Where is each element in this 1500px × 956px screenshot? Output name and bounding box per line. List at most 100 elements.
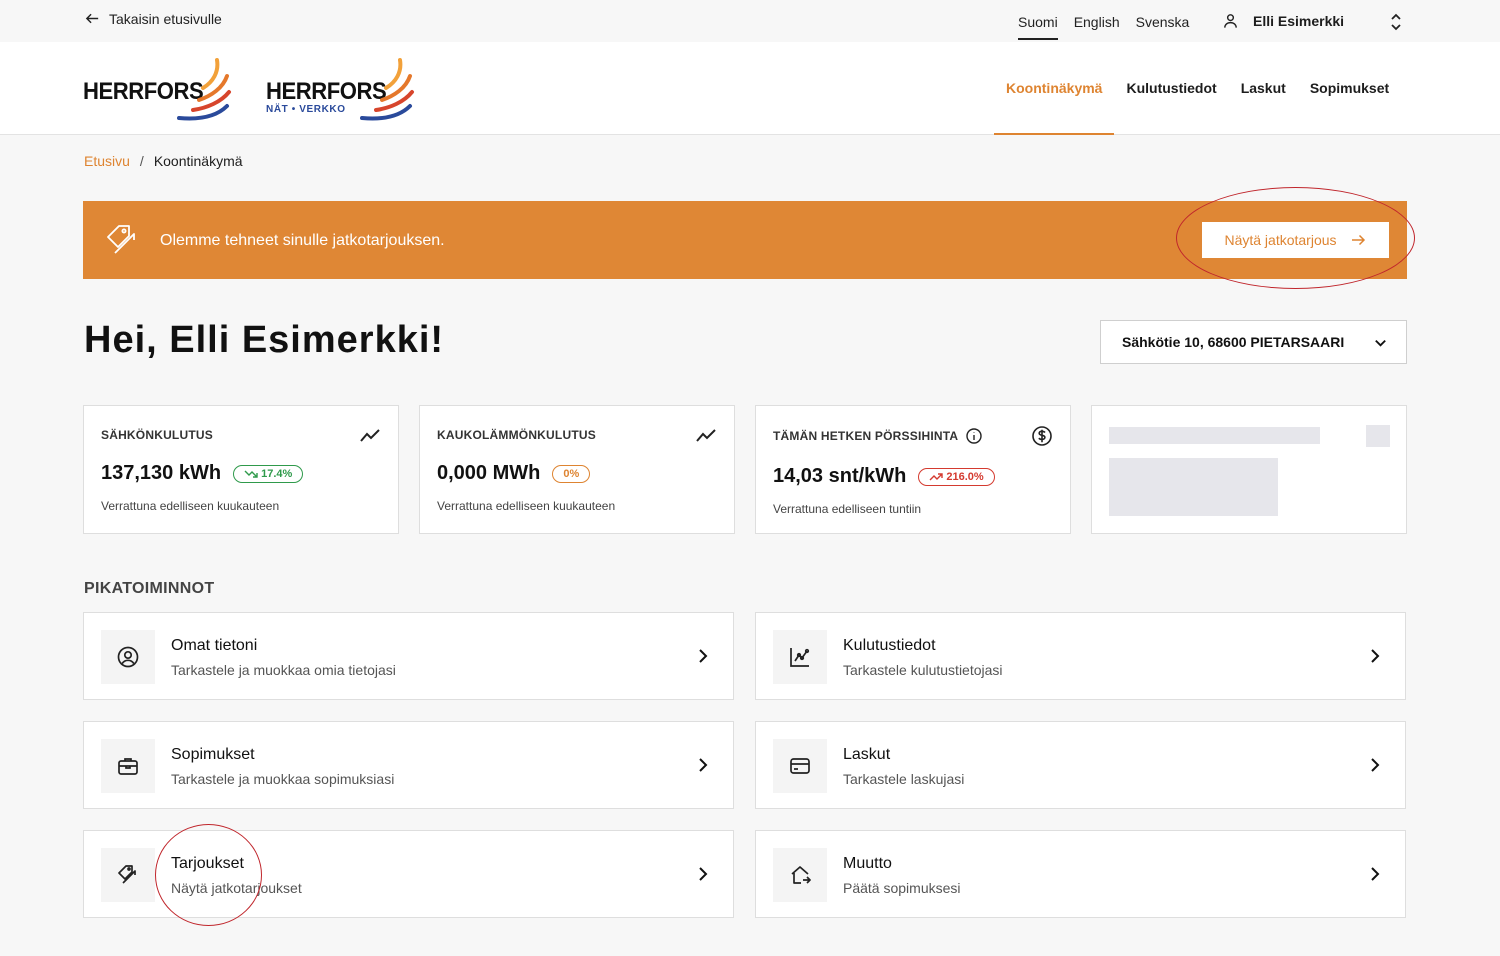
stat-note: Verrattuna edelliseen tuntiin <box>773 502 922 516</box>
quick-action-icon-box <box>773 848 827 902</box>
stat-card-loading <box>1091 405 1407 534</box>
stat-change-badge: 216.0% <box>918 467 995 486</box>
quick-action-title: Kulutustiedot <box>843 637 936 654</box>
breadcrumb: Etusivu / Koontinäkymä <box>84 153 243 169</box>
quick-action-icon-box <box>101 848 155 902</box>
chevron-down-icon <box>1375 339 1386 347</box>
chevron-right-icon <box>1371 867 1380 881</box>
chart-icon <box>790 648 810 667</box>
trend-line-icon[interactable] <box>359 425 381 447</box>
tags-icon <box>118 865 136 884</box>
address-select-value: Sähkötie 10, 68600 PIETARSAARI <box>1122 334 1345 350</box>
nav-koontinakyma[interactable]: Koontinäkymä <box>994 42 1115 135</box>
chevron-right-icon <box>699 867 708 881</box>
lang-english[interactable]: English <box>1074 14 1120 40</box>
quick-action-icon-box <box>773 630 827 684</box>
skeleton-line <box>1109 427 1320 444</box>
nav-laskut[interactable]: Laskut <box>1229 42 1298 135</box>
stat-value-row: 137,130 kWh 17.4% <box>101 462 304 485</box>
trend-up-icon <box>929 472 944 480</box>
main-header: HERRFORS HERRFORS NÄT • VERKKO Koontinäk… <box>0 42 1500 135</box>
stat-card-electricity: SÄHKÖNKULUTUS 137,130 kWh 17.4% Verrattu… <box>83 405 399 534</box>
stat-card-district-heat: KAUKOLÄMMÖNKULUTUS 0,000 MWh 0% Verrattu… <box>419 405 735 534</box>
quick-action-subtitle: Päätä sopimuksesi <box>843 880 961 896</box>
user-name: Elli Esimerkki <box>1253 12 1345 29</box>
quick-action-title: Omat tietoni <box>171 637 258 654</box>
quick-action-subtitle: Tarkastele ja muokkaa sopimuksiasi <box>171 771 395 787</box>
breadcrumb-home[interactable]: Etusivu <box>84 153 130 169</box>
lang-svenska[interactable]: Svenska <box>1136 14 1190 40</box>
nav-kulutustiedot[interactable]: Kulutustiedot <box>1114 42 1228 135</box>
stat-label-row: TÄMÄN HETKEN PÖRSSIHINTA <box>773 428 982 444</box>
home-move-icon <box>791 866 811 884</box>
quick-action-subtitle: Tarkastele laskujasi <box>843 771 965 787</box>
breadcrumb-separator: / <box>139 153 144 169</box>
stat-change-badge: 17.4% <box>233 464 304 483</box>
chevron-up-down-icon[interactable] <box>1388 13 1404 31</box>
stat-value-row: 0,000 MWh 0% <box>437 462 591 485</box>
quick-action-sopimukset[interactable]: Sopimukset Tarkastele ja muokkaa sopimuk… <box>83 721 734 809</box>
stat-change-badge: 0% <box>552 464 591 483</box>
info-icon[interactable] <box>966 428 982 444</box>
quick-action-subtitle: Tarkastele ja muokkaa omia tietojasi <box>171 662 396 678</box>
stat-change-value: 216.0% <box>946 470 984 483</box>
trend-down-icon <box>244 470 258 478</box>
quick-action-icon-box <box>101 739 155 793</box>
arrow-left-icon <box>85 13 99 24</box>
briefcase-icon <box>118 758 138 775</box>
quick-action-subtitle: Näytä jatkotarjoukset <box>171 880 302 896</box>
stat-label: SÄHKÖNKULUTUS <box>101 428 213 442</box>
user-menu[interactable]: Elli Esimerkki <box>1222 12 1344 29</box>
quick-action-subtitle: Tarkastele kulutustietojasi <box>843 662 1003 678</box>
dollar-circle-icon <box>1032 426 1052 446</box>
logo-swoosh-icon <box>360 58 414 121</box>
quick-action-icon-box <box>773 739 827 793</box>
main-navigation: Koontinäkymä Kulutustiedot Laskut Sopimu… <box>994 42 1401 135</box>
back-link-label: Takaisin etusivulle <box>109 10 222 27</box>
banner-text: Olemme tehneet sinulle jatkotarjouksen. <box>160 232 445 249</box>
tag-icon <box>107 225 135 254</box>
chevron-right-icon <box>1371 649 1380 663</box>
user-icon <box>1224 14 1237 28</box>
skeleton-icon <box>1366 425 1390 447</box>
herrfors-verkko-logo[interactable]: HERRFORS NÄT • VERKKO <box>266 58 416 121</box>
back-to-home-link[interactable]: Takaisin etusivulle <box>84 10 222 27</box>
stat-note: Verrattuna edelliseen kuukauteen <box>101 499 280 513</box>
quick-action-title: Muutto <box>843 855 892 872</box>
quick-action-muutto[interactable]: Muutto Päätä sopimuksesi <box>755 830 1406 918</box>
lang-suomi[interactable]: Suomi <box>1018 14 1058 40</box>
stat-change-value: 0% <box>563 467 580 480</box>
quick-action-title: Laskut <box>843 746 891 763</box>
skeleton-block <box>1109 458 1278 516</box>
arrow-right-icon <box>1351 234 1365 246</box>
quick-action-omat-tietoni[interactable]: Omat tietoni Tarkastele ja muokkaa omia … <box>83 612 734 700</box>
address-select[interactable]: Sähkötie 10, 68600 PIETARSAARI <box>1100 320 1407 364</box>
quick-action-title: Tarjoukset <box>171 855 244 872</box>
trend-line-icon[interactable] <box>695 425 717 447</box>
quick-action-title: Sopimukset <box>171 746 255 763</box>
stat-card-spot-price: TÄMÄN HETKEN PÖRSSIHINTA 14,03 snt/kWh 2… <box>755 405 1071 534</box>
stat-label: KAUKOLÄMMÖNKULUTUS <box>437 428 596 442</box>
herrfors-logo[interactable]: HERRFORS <box>83 58 233 121</box>
quick-action-laskut[interactable]: Laskut Tarkastele laskujasi <box>755 721 1406 809</box>
chevron-right-icon <box>699 758 708 772</box>
show-offer-label: Näytä jatkotarjous <box>1224 232 1337 248</box>
quick-action-tarjoukset[interactable]: Tarjoukset Näytä jatkotarjoukset <box>83 830 734 918</box>
nav-sopimukset[interactable]: Sopimukset <box>1298 42 1401 135</box>
quick-action-icon-box <box>101 630 155 684</box>
quick-action-kulutustiedot[interactable]: Kulutustiedot Tarkastele kulutustietojas… <box>755 612 1406 700</box>
card-icon <box>790 758 810 774</box>
stat-value: 0,000 MWh <box>437 462 541 484</box>
top-utility-bar: Takaisin etusivulle Suomi English Svensk… <box>0 0 1500 42</box>
stat-label: TÄMÄN HETKEN PÖRSSIHINTA <box>773 429 959 443</box>
stat-change-value: 17.4% <box>261 467 293 480</box>
language-switcher: Suomi English Svenska <box>1018 14 1189 40</box>
logo-subtitle: NÄT • VERKKO <box>266 104 346 115</box>
breadcrumb-current: Koontinäkymä <box>153 153 243 169</box>
show-offer-button[interactable]: Näytä jatkotarjous <box>1202 222 1389 258</box>
quick-actions-title: PIKATOIMINNOT <box>84 580 215 597</box>
stat-value-row: 14,03 snt/kWh 216.0% <box>773 465 995 488</box>
logo-swoosh-icon <box>177 58 231 121</box>
stat-value: 137,130 kWh <box>101 462 222 484</box>
stat-note: Verrattuna edelliseen kuukauteen <box>437 499 616 513</box>
